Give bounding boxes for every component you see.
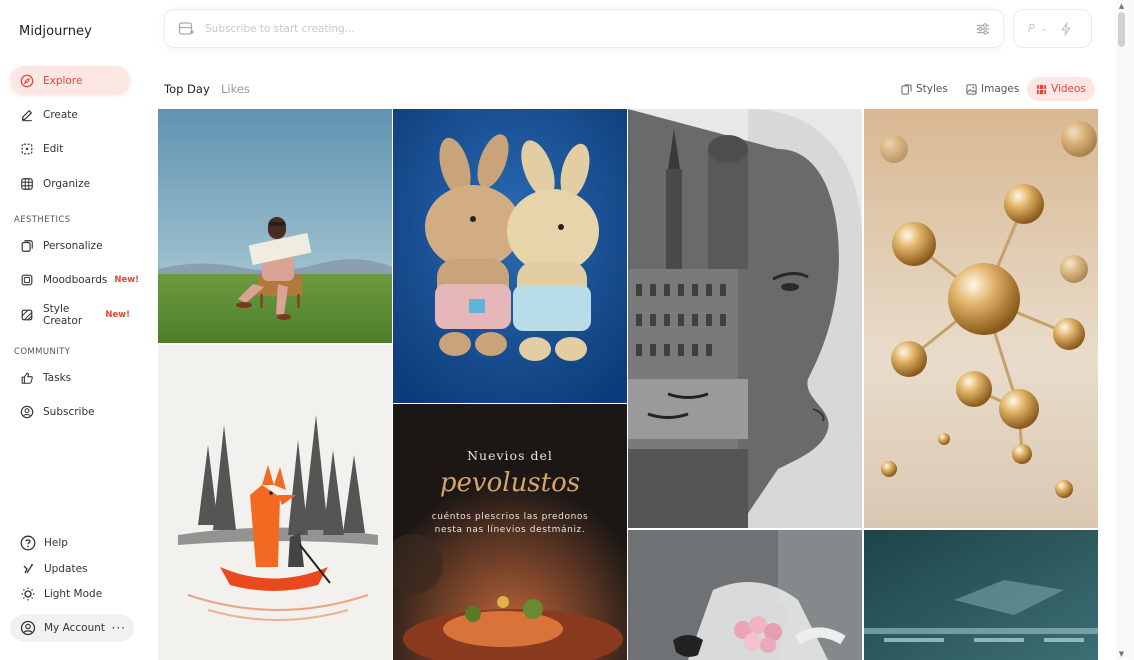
new-badge: New! [105, 309, 130, 320]
compass-icon [20, 74, 34, 88]
filter-label: Images [981, 83, 1020, 95]
personalize-icon [20, 239, 34, 253]
style-creator-icon [20, 308, 34, 322]
filter-label: Videos [1051, 83, 1086, 95]
sidebar-item-subscribe[interactable]: Subscribe [10, 397, 130, 426]
poster-line-1: cuéntos plescrios las predonos [431, 512, 589, 522]
gallery-image-teal-scene[interactable] [864, 530, 1098, 660]
mode-selector[interactable]: P ⌄ [1013, 9, 1092, 48]
prompt-bar [164, 9, 1004, 48]
light-mode-label: Light Mode [44, 588, 103, 600]
updates-icon [20, 561, 36, 577]
sidebar-item-label: Moodboards [43, 273, 108, 286]
moodboard-icon [20, 273, 34, 287]
sidebar-item-moodboards[interactable]: Moodboards New! [10, 265, 139, 294]
poster-script: pevolustos [439, 468, 581, 498]
styles-icon [901, 83, 912, 95]
sidebar-item-label: Style Creator [43, 302, 83, 327]
sidebar-item-edit[interactable]: Edit [10, 134, 130, 163]
gallery-image-man-in-field[interactable] [158, 109, 392, 343]
gallery-image-plush-bunnies[interactable] [393, 109, 627, 403]
image-icon [966, 83, 977, 95]
film-icon [1036, 84, 1047, 95]
poster-title: Nuevios del [467, 448, 553, 463]
sidebar-item-explore[interactable]: Explore [10, 66, 130, 95]
filter-styles-button[interactable]: Styles [892, 77, 957, 101]
settings-sliders-icon[interactable] [975, 21, 991, 37]
gallery-image-glass-molecules[interactable] [864, 109, 1098, 528]
sidebar-item-label: Subscribe [43, 405, 95, 418]
filter-videos-button[interactable]: Videos [1027, 77, 1095, 101]
scrollbar-track[interactable] [1116, 0, 1134, 660]
user-circle-icon [20, 405, 34, 419]
more-options-icon[interactable]: ··· [112, 621, 126, 635]
grid-icon [20, 177, 34, 191]
image-add-icon[interactable] [177, 20, 195, 38]
user-circle-icon [20, 620, 36, 636]
filter-images-button[interactable]: Images [957, 77, 1028, 101]
sidebar-item-organize[interactable]: Organize [10, 169, 130, 198]
scroll-down-arrow-icon[interactable]: ▼ [1117, 650, 1126, 658]
section-label-community: COMMUNITY [14, 347, 71, 357]
section-label-aesthetics: AESTHETICS [14, 215, 71, 225]
sidebar-item-label: Create [43, 108, 78, 121]
gallery-image-venice-portrait[interactable] [628, 109, 862, 528]
filter-label: Styles [916, 83, 948, 95]
help-label: Help [44, 537, 68, 549]
chevron-down-icon: ⌄ [1040, 24, 1048, 33]
sidebar-item-label: Explore [43, 74, 83, 87]
poster-line-2: nesta nas línevios destmániz. [434, 525, 586, 535]
gallery-image-food-poster[interactable]: Nuevios del pevolustos cuéntos plescrios… [393, 404, 627, 660]
mode-letter: P [1028, 22, 1035, 35]
thumbs-up-icon [20, 371, 34, 385]
account-label: My Account [44, 622, 106, 634]
tab-likes[interactable]: Likes [221, 82, 250, 96]
light-mode-toggle[interactable]: Light Mode [10, 582, 130, 606]
sidebar-item-personalize[interactable]: Personalize [10, 231, 130, 260]
updates-link[interactable]: Updates [10, 557, 130, 581]
sidebar-item-style-creator[interactable]: Style Creator New! [10, 300, 130, 329]
tab-top-day[interactable]: Top Day [164, 82, 210, 96]
sidebar-item-label: Organize [43, 177, 91, 190]
help-icon [20, 535, 36, 551]
sidebar-item-create[interactable]: Create [10, 100, 130, 129]
sidebar-item-tasks[interactable]: Tasks [10, 363, 130, 392]
gallery-image-bouquet[interactable] [628, 530, 862, 660]
pencil-square-icon [20, 108, 34, 122]
lightning-icon[interactable] [1059, 21, 1073, 36]
new-badge: New! [114, 274, 139, 285]
app-root: Midjourney Explore Create Edit Organize [0, 0, 1134, 660]
edit-frame-icon [20, 142, 34, 156]
prompt-input[interactable] [205, 22, 925, 35]
updates-label: Updates [44, 563, 88, 575]
brand-logo[interactable]: Midjourney [19, 24, 92, 39]
gallery-image-fox-canoe[interactable] [158, 345, 392, 660]
my-account-button[interactable]: My Account ··· [10, 614, 134, 642]
scrollbar-thumb[interactable] [1118, 12, 1125, 47]
sidebar-item-label: Tasks [43, 371, 72, 384]
sidebar-item-label: Personalize [43, 239, 103, 252]
sidebar: Midjourney Explore Create Edit Organize [0, 0, 150, 660]
sun-icon [20, 586, 36, 602]
help-link[interactable]: Help [10, 531, 130, 555]
sidebar-item-label: Edit [43, 142, 64, 155]
scroll-up-arrow-icon[interactable]: ▲ [1117, 2, 1126, 10]
